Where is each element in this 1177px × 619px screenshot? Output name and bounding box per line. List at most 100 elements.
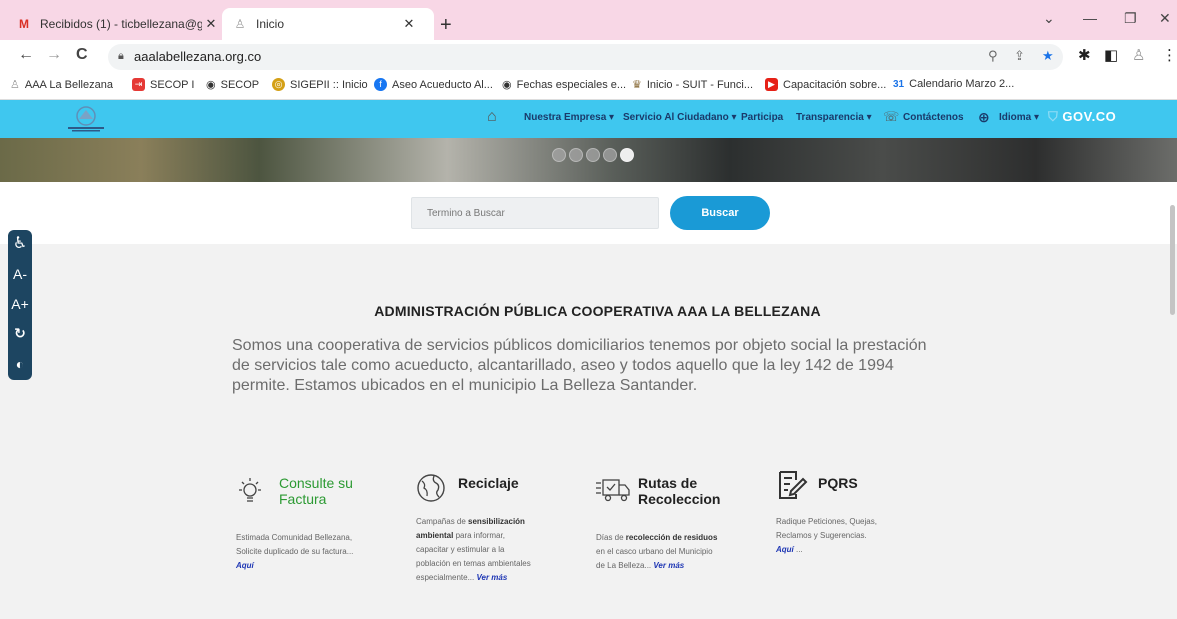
minimize-icon[interactable]: — <box>1083 10 1097 26</box>
restore-icon[interactable]: ❐ <box>1124 10 1137 27</box>
card-text-line: Estimada Comunidad Bellezana, <box>236 533 353 542</box>
forward-icon[interactable]: → <box>46 46 62 64</box>
site-logo[interactable] <box>60 104 112 134</box>
slider-dot[interactable] <box>569 148 583 162</box>
omnibox[interactable]: 🔒︎ aaalabellezana.org.co ⚲ ⇪ ★ <box>108 44 1063 70</box>
bookmark-fechas[interactable]: ◉ Fechas especiales e... <box>502 78 626 92</box>
nav-label: Transparencia <box>796 112 864 123</box>
menu-icon[interactable]: ⋮ <box>1162 46 1177 64</box>
tab-title: Recibidos (1) - ticbellezana@gma <box>40 17 202 31</box>
bookmark-sigepii[interactable]: ◎ SIGEPII :: Inicio <box>272 78 368 91</box>
edit-document-icon <box>779 471 808 499</box>
bookmark-aaa[interactable]: ♙ AAA La Bellezana <box>10 78 113 92</box>
nav-transparencia[interactable]: Transparencia ▾ <box>796 112 872 123</box>
card-text-line: Radique Peticiones, Quejas, <box>776 517 877 526</box>
new-tab-button[interactable]: + <box>440 14 452 37</box>
url-text[interactable]: aaalabellezana.org.co <box>134 49 261 64</box>
slider-dots <box>552 148 634 162</box>
page-scrollbar[interactable] <box>1170 205 1175 315</box>
slider-dot[interactable] <box>603 148 617 162</box>
gov-label: GOV.CO <box>1062 109 1117 124</box>
slider-dot[interactable] <box>552 148 566 162</box>
share-icon[interactable]: ⇪ <box>1014 48 1025 64</box>
site-icon: ♙ <box>10 79 20 91</box>
card-title-pqrs[interactable]: PQRS <box>818 475 858 491</box>
slider-dot[interactable] <box>586 148 600 162</box>
bookmark-label: Aseo Acueducto Al... <box>392 78 493 91</box>
bookmark-secop[interactable]: ◉ SECOP <box>206 78 260 92</box>
bookmark-label: SECOP I <box>150 78 195 91</box>
card-text-reciclaje: Campañas de sensibilización ambiental pa… <box>416 515 531 585</box>
card-text-line: Reclamos y Sugerencias. <box>776 531 867 540</box>
nav-label: Nuestra Empresa <box>524 112 607 123</box>
bookmark-secop-i[interactable]: ⇥ SECOP I <box>132 78 194 91</box>
card-title-reciclaje[interactable]: Reciclaje <box>458 475 519 491</box>
card-text-line: Campañas de sensibilización <box>416 515 531 529</box>
search-input[interactable]: Termino a Buscar <box>411 197 659 229</box>
card-link-factura[interactable]: Aquí <box>236 559 353 573</box>
text-bold: recolección de residuos <box>625 533 718 542</box>
tab-title: Inicio <box>256 17 285 31</box>
card-link-pqrs[interactable]: Aquí <box>776 545 794 554</box>
contact-icon[interactable]: ☏ <box>883 109 899 125</box>
globe-icon <box>417 474 445 502</box>
youtube-icon: ▶ <box>765 78 778 91</box>
nav-nuestra-empresa[interactable]: Nuestra Empresa ▾ <box>524 112 614 123</box>
decrease-font-button[interactable]: A- <box>8 266 32 282</box>
bookmark-star-icon[interactable]: ★ <box>1042 48 1054 64</box>
tab-inicio[interactable]: ♙ Inicio ✕ <box>222 8 434 40</box>
nav-servicio-ciudadano[interactable]: Servicio Al Ciudadano ▾ <box>623 112 737 123</box>
globe-icon: ◉ <box>206 79 216 91</box>
home-icon[interactable]: ⌂ <box>487 108 497 126</box>
bookmark-label: SECOP <box>220 78 260 91</box>
page-title: ADMINISTRACIÓN PÚBLICA COOPERATIVA AAA L… <box>0 303 1177 319</box>
zoom-icon[interactable]: ⚲ <box>988 48 998 64</box>
tab-gmail[interactable]: M Recibidos (1) - ticbellezana@gma ✕ <box>16 8 228 40</box>
side-panel-icon[interactable]: ◧ <box>1104 46 1118 64</box>
profile-icon[interactable]: ♙ <box>1132 46 1145 64</box>
card-text-factura: Estimada Comunidad Bellezana, Solicite d… <box>236 531 353 573</box>
reload-icon[interactable]: C <box>76 46 88 64</box>
secop-icon: ⇥ <box>132 78 145 91</box>
back-icon[interactable]: ← <box>18 46 34 64</box>
text-bold: ambiental <box>416 531 454 540</box>
nav-idioma[interactable]: Idioma ▾ <box>999 112 1039 123</box>
window-close-icon[interactable]: ✕ <box>1159 10 1171 27</box>
suit-icon: ♛ <box>632 79 642 91</box>
site-navbar: ⌂ Nuestra Empresa ▾ Servicio Al Ciudadan… <box>0 100 1177 138</box>
close-tab-icon[interactable]: ✕ <box>202 16 220 32</box>
card-text-line: ambiental para informar, <box>416 529 531 543</box>
text-run: Campañas de <box>416 517 469 526</box>
gov-co-logo[interactable]: ⛉ GOV.CO <box>1048 109 1116 125</box>
tab-search-icon[interactable]: ⌄ <box>1043 10 1055 27</box>
site-icon: ♙ <box>234 17 246 31</box>
card-title-factura[interactable]: Consulte su Factura <box>279 475 353 507</box>
slider-dot-active[interactable] <box>620 148 634 162</box>
card-text-line: Días de recolección de residuos <box>596 531 717 545</box>
contrast-icon[interactable]: ◐ <box>8 356 32 372</box>
bookmark-suit[interactable]: ♛ Inicio - SUIT - Funci... <box>632 78 753 92</box>
card-text-line: en el casco urbano del Municipio <box>596 547 713 556</box>
search-section: Termino a Buscar Buscar <box>0 182 1177 244</box>
card-title-line: Consulte su <box>279 475 353 491</box>
extensions-icon[interactable]: ✱ <box>1078 46 1091 64</box>
accessibility-icon[interactable]: ♿︎ <box>8 233 32 253</box>
sigepii-icon: ◎ <box>272 78 285 91</box>
lock-icon[interactable]: 🔒︎ <box>118 50 124 63</box>
search-button[interactable]: Buscar <box>670 196 770 230</box>
nav-contactenos[interactable]: Contáctenos <box>903 112 964 123</box>
card-title-rutas[interactable]: Rutas de Recoleccion <box>638 475 720 507</box>
bookmark-aseo[interactable]: f Aseo Acueducto Al... <box>374 78 493 91</box>
card-title-line: Rutas de <box>638 475 698 491</box>
card-link-rutas[interactable]: Ver más <box>653 561 684 570</box>
card-text-line: Aquí ... <box>776 543 877 557</box>
globe-icon[interactable]: ⊕ <box>978 109 990 126</box>
bookmark-label: AAA La Bellezana <box>24 78 113 91</box>
close-tab-icon[interactable]: ✕ <box>400 16 418 32</box>
nav-participa[interactable]: Participa <box>741 112 783 123</box>
reset-icon[interactable]: ↻ <box>8 325 32 342</box>
nav-label: Servicio Al Ciudadano <box>623 112 729 123</box>
card-link-reciclaje[interactable]: Ver más <box>476 573 507 582</box>
bookmark-calendario[interactable]: 31 Calendario Marzo 2... <box>893 78 1014 90</box>
bookmark-capacitacion[interactable]: ▶ Capacitación sobre... <box>765 78 886 91</box>
